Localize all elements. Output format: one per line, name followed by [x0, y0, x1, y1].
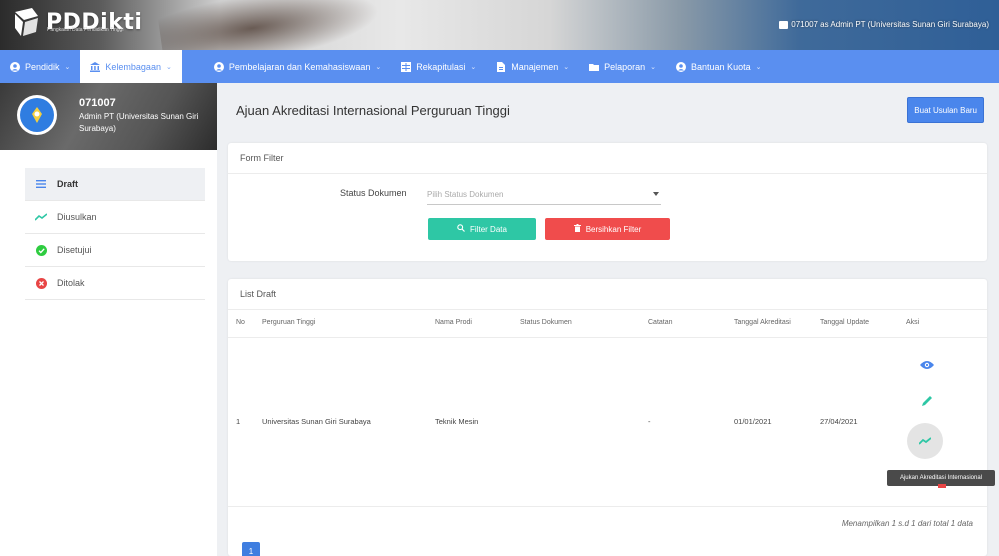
- col-no: No: [228, 309, 254, 338]
- status-dokumen-label: Status Dokumen: [340, 188, 407, 198]
- cell-perguruan-tinggi: Universitas Sunan Giri Surabaya: [254, 337, 427, 507]
- edit-icon[interactable]: [920, 394, 934, 408]
- institution-icon: [90, 61, 101, 72]
- cell-status-dokumen: [512, 337, 640, 507]
- sidebar-item-diusulkan[interactable]: Diusulkan: [25, 201, 205, 234]
- col-tanggal-akreditasi: Tanggal Akreditasi: [726, 309, 812, 338]
- nav-kelembagaan-label: Kelembagaan: [105, 61, 161, 72]
- filter-data-button[interactable]: Filter Data: [428, 218, 536, 240]
- filter-card-title: Form Filter: [228, 143, 987, 174]
- sidebar-item-label: Diusulkan: [57, 212, 97, 222]
- nav-pelaporan-label: Pelaporan: [604, 61, 646, 72]
- sidebar-item-label: Disetujui: [57, 245, 92, 255]
- sidebar-item-label: Draft: [57, 179, 79, 189]
- chevron-down-icon: ⌄: [563, 63, 570, 71]
- user-card-icon: [779, 20, 789, 29]
- chevron-down-icon: ⌄: [64, 63, 71, 71]
- nav-pelaporan[interactable]: Pelaporan ⌄: [579, 50, 666, 83]
- user-circle-icon: [10, 61, 20, 72]
- nav-rekapitulasi-label: Rekapitulasi: [416, 61, 466, 72]
- page-header: Ajuan Akreditasi Internasional Perguruan…: [228, 90, 988, 130]
- pddikti-logo-icon: [12, 6, 42, 38]
- view-icon[interactable]: [920, 358, 934, 372]
- brand-logo[interactable]: PDDikti: [12, 6, 142, 38]
- main-navbar: Pendidik ⌄ Kelembagaan ⌄ Pembelajaran da…: [0, 50, 999, 83]
- sidebar-item-label: Ditolak: [57, 278, 85, 288]
- cell-tanggal-update: 27/04/2021: [812, 337, 898, 507]
- col-nama-prodi: Nama Prodi: [427, 309, 512, 338]
- profile-name: Admin PT (Universitas Sunan Giri Surabay…: [79, 112, 199, 133]
- list-icon: [35, 178, 47, 190]
- filter-card: Form Filter Status Dokumen Pilih Status …: [228, 143, 987, 261]
- trash-icon: [573, 224, 581, 234]
- x-circle-icon: [35, 277, 47, 289]
- status-dokumen-placeholder: Pilih Status Dokumen: [427, 190, 504, 199]
- nav-bantuan-kuota[interactable]: Bantuan Kuota ⌄: [666, 50, 771, 83]
- folder-icon: [589, 62, 600, 72]
- table-row: 1 Universitas Sunan Giri Surabaya Teknik…: [228, 337, 987, 507]
- nav-pembelajaran[interactable]: Pembelajaran dan Kemahasiswaan ⌄: [204, 50, 391, 83]
- nav-manajemen[interactable]: Manajemen ⌄: [486, 50, 579, 83]
- sidebar-item-disetujui[interactable]: Disetujui: [25, 234, 205, 267]
- table-header-row: No Perguruan Tinggi Nama Prodi Status Do…: [228, 309, 987, 338]
- tut-wuri-logo-icon: [20, 98, 54, 132]
- list-card: List Draft No Perguruan Tinggi Nama Prod…: [228, 279, 987, 556]
- col-aksi: Aksi: [898, 309, 987, 338]
- nav-kelembagaan[interactable]: Kelembagaan ⌄: [80, 50, 182, 83]
- col-catatan: Catatan: [640, 309, 726, 338]
- col-status-dokumen: Status Dokumen: [512, 309, 640, 338]
- clear-filter-button[interactable]: Bersihkan Filter: [545, 218, 670, 240]
- submit-accreditation-icon[interactable]: [907, 422, 943, 459]
- sidebar: 071007 Admin PT (Universitas Sunan Giri …: [0, 83, 217, 556]
- trend-icon: [35, 211, 47, 223]
- chevron-down-icon: ⌄: [755, 63, 762, 71]
- nav-rekapitulasi[interactable]: Rekapitulasi ⌄: [391, 50, 486, 83]
- cell-tanggal-akreditasi: 01/01/2021: [726, 337, 812, 507]
- chevron-down-icon: ⌄: [375, 63, 382, 71]
- filter-data-label: Filter Data: [470, 224, 507, 234]
- brand-subtitle: Pangkalan Data Pendidikan Tinggi: [47, 27, 124, 33]
- nav-pembelajaran-label: Pembelajaran dan Kemahasiswaan: [228, 61, 371, 72]
- banner-decoration: [156, 0, 394, 50]
- col-perguruan-tinggi: Perguruan Tinggi: [254, 309, 427, 338]
- avatar: [17, 95, 57, 135]
- chevron-down-icon: ⌄: [470, 63, 477, 71]
- chevron-down-icon: ⌄: [165, 63, 172, 71]
- partial-delete-icon: [938, 484, 946, 488]
- document-icon: [496, 61, 506, 72]
- clear-filter-label: Bersihkan Filter: [585, 224, 642, 234]
- sidebar-item-draft[interactable]: Draft: [25, 168, 205, 201]
- table-icon: [401, 61, 412, 72]
- dropdown-arrow-icon: [653, 192, 659, 196]
- chevron-down-icon: ⌄: [650, 63, 657, 71]
- profile-id: 071007: [79, 97, 116, 109]
- cell-catatan: -: [640, 337, 726, 507]
- page-title: Ajuan Akreditasi Internasional Perguruan…: [236, 102, 510, 118]
- cell-nama-prodi: Teknik Mesin: [427, 337, 512, 507]
- draft-table: No Perguruan Tinggi Nama Prodi Status Do…: [228, 309, 987, 507]
- cell-no: 1: [228, 337, 254, 507]
- nav-bantuan-kuota-label: Bantuan Kuota: [691, 61, 751, 72]
- check-circle-icon: [35, 244, 47, 256]
- nav-manajemen-label: Manajemen: [511, 61, 559, 72]
- nav-pendidik-label: Pendidik: [25, 61, 60, 72]
- user-account-label[interactable]: 071007 as Admin PT (Universitas Sunan Gi…: [779, 20, 989, 29]
- search-icon: [457, 224, 465, 234]
- col-tanggal-update: Tanggal Update: [812, 309, 898, 338]
- table-summary: Menampilkan 1 s.d 1 dari total 1 data: [841, 519, 973, 528]
- header-banner: PDDikti Pangkalan Data Pendidikan Tinggi…: [0, 0, 999, 50]
- nav-pendidik[interactable]: Pendidik ⌄: [0, 50, 80, 83]
- status-dokumen-select[interactable]: Pilih Status Dokumen: [427, 187, 661, 205]
- list-card-title: List Draft: [228, 279, 987, 310]
- user-circle-icon: [676, 61, 687, 72]
- sidebar-menu: Draft Diusulkan Disetujui Ditolak: [25, 168, 205, 300]
- new-proposal-button[interactable]: Buat Usulan Baru: [907, 97, 984, 123]
- profile-card: 071007 Admin PT (Universitas Sunan Giri …: [0, 83, 217, 150]
- pagination-page-1[interactable]: 1: [242, 542, 260, 556]
- sidebar-item-ditolak[interactable]: Ditolak: [25, 267, 205, 300]
- user-circle-icon: [213, 61, 224, 72]
- user-account-text: 071007 as Admin PT (Universitas Sunan Gi…: [791, 20, 989, 29]
